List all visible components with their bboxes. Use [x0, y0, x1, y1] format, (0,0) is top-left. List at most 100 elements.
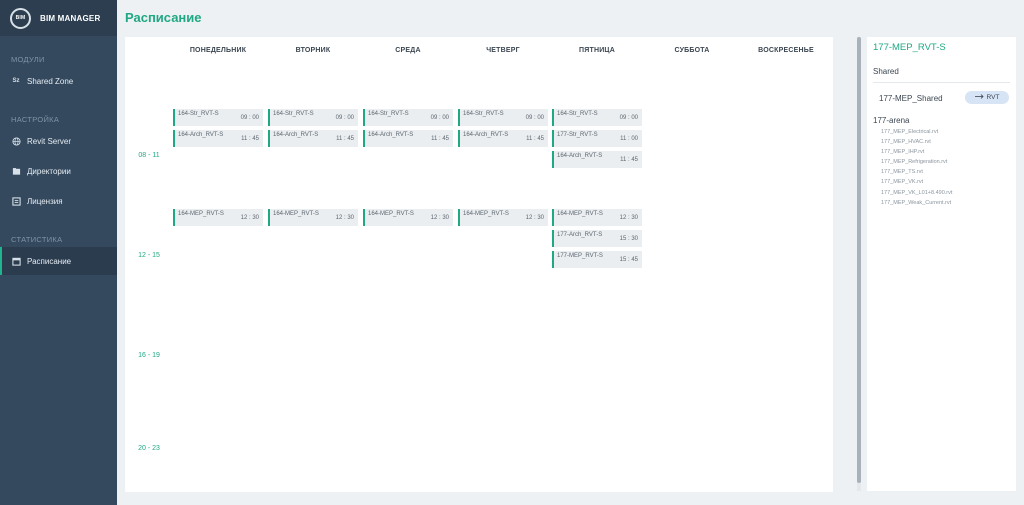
schedule-cell[interactable]	[740, 107, 832, 204]
event-name: 164-Str_RVT-S	[368, 111, 409, 117]
nav-section-statistics: СТАТИСТИКА	[11, 235, 63, 244]
schedule-cell[interactable]	[172, 407, 264, 491]
schedule-event[interactable]: 177-Str_RVT-S 11 : 00	[552, 130, 642, 147]
sidebar-item-license[interactable]: Лицензия	[0, 187, 117, 215]
schedule-cell[interactable]	[172, 64, 264, 104]
event-time: 12 : 30	[619, 215, 638, 221]
sidebar-item-label: Shared Zone	[27, 76, 74, 86]
file-item[interactable]: 177_MEP_Refrigeration.rvt	[881, 157, 952, 167]
schedule-event[interactable]: 164-MEP_RVT-S 12 : 30	[458, 209, 548, 226]
event-time: 11 : 45	[620, 157, 638, 163]
folder-icon	[11, 166, 21, 176]
file-item[interactable]: 177_MEP_HVAC.rvt	[881, 137, 952, 147]
file-item[interactable]: 177_MEP_TS.rvt	[881, 167, 952, 177]
time-slot-cell	[128, 64, 170, 104]
file-item[interactable]: 177_MEP_Electrical.rvt	[881, 127, 952, 137]
page-title: Расписание	[125, 10, 202, 25]
day-header: ВОСКРЕСЕНЬЕ	[758, 47, 814, 54]
schedule-cell[interactable]	[740, 407, 832, 491]
schedule-event[interactable]: 164-MEP_RVT-S 12 : 30	[552, 209, 642, 226]
file-item[interactable]: 177_MEP_VK_L01+8.490.rvt	[881, 188, 952, 198]
schedule-event[interactable]: 177-MEP_RVT-S 15 : 45	[552, 251, 642, 268]
sidebar-item-shared-zone[interactable]: Sz Shared Zone	[0, 67, 117, 95]
event-time: 11 : 00	[620, 136, 638, 142]
event-time: 11 : 45	[431, 136, 449, 142]
schedule-grid: ПОНЕДЕЛЬНИК ВТОРНИК СРЕДА ЧЕТВЕРГ ПЯТНИЦА СУБ…	[125, 37, 833, 492]
event-name: 164-Arch_RVT-S	[273, 132, 319, 138]
schedule-cell[interactable]	[267, 64, 359, 104]
schedule-event[interactable]: 164-Str_RVT-S 09 : 00	[458, 109, 548, 126]
file-item[interactable]: 177_MEP_Weak_Current.rvt	[881, 198, 952, 208]
day-header: ЧЕТВЕРГ	[486, 47, 520, 54]
sidebar-item-label: Расписание	[27, 256, 72, 266]
schedule-cell[interactable]	[646, 107, 738, 204]
schedule-event[interactable]: 164-Str_RVT-S 09 : 00	[173, 109, 263, 126]
schedule-event[interactable]: 164-Arch_RVT-S 11 : 45	[173, 130, 263, 147]
schedule-cell[interactable]	[646, 207, 738, 304]
details-title: 177-MEP_RVT-S	[873, 42, 946, 53]
event-time: 09 : 00	[430, 115, 449, 121]
file-list: 177_MEP_Electrical.rvt 177_MEP_HVAC.rvt 17…	[881, 127, 952, 208]
schedule-cell[interactable]	[646, 64, 738, 104]
schedule-cell[interactable]	[362, 407, 454, 491]
sidebar-item-schedule[interactable]: Расписание	[0, 247, 117, 275]
file-item[interactable]: 177_MEP_VK.rvt	[881, 177, 952, 187]
schedule-event[interactable]: 164-Arch_RVT-S 11 : 45	[268, 130, 358, 147]
sidebar-item-directories[interactable]: Директории	[0, 157, 117, 185]
schedule-cell[interactable]	[646, 407, 738, 491]
schedule-cell[interactable]	[740, 207, 832, 304]
group-label: 177-arena	[873, 116, 910, 125]
schedule-event[interactable]: 164-Arch_RVT-S 11 : 45	[552, 151, 642, 168]
schedule-event[interactable]: 177-Arch_RVT-S 15 : 30	[552, 230, 642, 247]
sidebar-item-label: Директории	[27, 166, 71, 176]
globe-icon	[11, 136, 21, 146]
schedule-cell[interactable]	[267, 407, 359, 491]
schedule-cell[interactable]	[740, 64, 832, 104]
file-item[interactable]: 177_MEP_IHP.rvt	[881, 147, 952, 157]
shared-item: 177-MEP_Shared	[879, 94, 943, 103]
event-name: 164-Arch_RVT-S	[463, 132, 509, 138]
schedule-event[interactable]: 164-Str_RVT-S 09 : 00	[363, 109, 453, 126]
schedule-cell[interactable]	[362, 307, 454, 404]
schedule-event[interactable]: 164-MEP_RVT-S 12 : 30	[173, 209, 263, 226]
event-time: 09 : 00	[619, 115, 638, 121]
schedule-cell[interactable]	[646, 307, 738, 404]
schedule-event[interactable]: 164-Str_RVT-S 09 : 00	[552, 109, 642, 126]
event-name: 164-MEP_RVT-S	[178, 211, 224, 217]
event-name: 177-Arch_RVT-S	[557, 232, 603, 238]
event-name: 164-Arch_RVT-S	[557, 153, 603, 159]
event-time: 12 : 30	[335, 215, 354, 221]
schedule-event[interactable]: 164-Arch_RVT-S 11 : 45	[363, 130, 453, 147]
sidebar-item-revit-server[interactable]: Revit Server	[0, 127, 117, 155]
schedule-cell[interactable]	[362, 64, 454, 104]
schedule-cell[interactable]	[740, 307, 832, 404]
schedule-cell[interactable]	[267, 307, 359, 404]
sidebar-item-label: Лицензия	[27, 196, 63, 206]
license-icon	[11, 196, 21, 206]
schedule-cell[interactable]	[172, 307, 264, 404]
schedule-event[interactable]: 164-Arch_RVT-S 11 : 45	[458, 130, 548, 147]
brand-bar[interactable]: BIM BIM MANAGER	[0, 0, 117, 36]
sidebar: BIM BIM MANAGER МОДУЛИ Sz Shared Zone НА…	[0, 0, 117, 505]
arrow-right-icon	[974, 94, 984, 101]
sz-icon: Sz	[12, 78, 20, 84]
schedule-cell[interactable]	[551, 307, 643, 404]
schedule-cell[interactable]	[457, 64, 549, 104]
event-time: 15 : 45	[619, 257, 638, 263]
calendar-icon	[11, 256, 21, 266]
schedule-event[interactable]: 164-MEP_RVT-S 12 : 30	[268, 209, 358, 226]
schedule-cell[interactable]	[457, 307, 549, 404]
day-header: СРЕДА	[395, 47, 421, 54]
time-slot-label: 08 - 11	[138, 151, 160, 159]
schedule-cell[interactable]	[457, 407, 549, 491]
schedule-cell[interactable]	[551, 407, 643, 491]
schedule-event[interactable]: 164-Str_RVT-S 09 : 00	[268, 109, 358, 126]
nav-section-modules: МОДУЛИ	[11, 55, 45, 64]
event-time: 09 : 00	[240, 115, 259, 121]
rvt-button[interactable]: RVT	[965, 91, 1009, 104]
event-name: 164-MEP_RVT-S	[463, 211, 509, 217]
schedule-cell[interactable]	[551, 64, 643, 104]
scrollbar-thumb[interactable]	[857, 37, 861, 483]
schedule-event[interactable]: 164-MEP_RVT-S 12 : 30	[363, 209, 453, 226]
brand-name: BIM MANAGER	[40, 13, 101, 23]
